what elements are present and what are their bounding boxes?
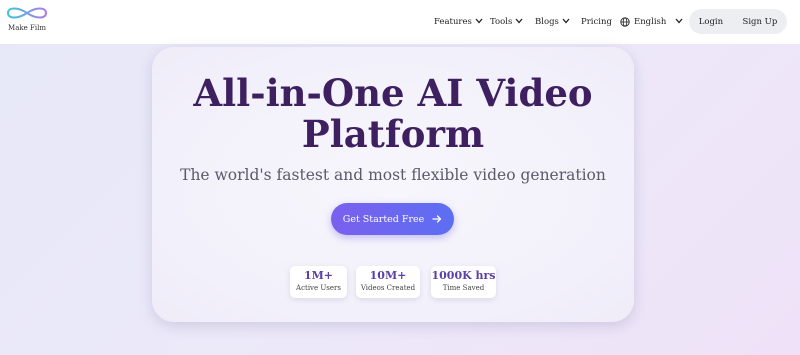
stat-label: Time Saved [442,284,485,292]
hero-title-line2: Platform [301,112,485,156]
stat-card-videos-created: 10M+ Videos Created [356,266,420,298]
login-button[interactable]: Login [699,17,723,27]
chevron-down-icon [562,18,572,26]
language-selector[interactable]: English [620,0,685,44]
hero-card: All-in-One AI Video Platform The world's… [152,47,634,322]
infinity-logo-icon [6,7,48,19]
chevron-down-icon [675,18,685,26]
nav-blogs[interactable]: Blogs [535,0,572,44]
hero-title-line1: All-in-One AI Video [193,71,593,115]
arrow-right-icon [432,214,442,224]
nav-features[interactable]: Features [434,0,485,44]
chevron-down-icon [515,18,525,26]
brand-logo[interactable]: Make Film [4,4,50,38]
language-label: English [634,17,667,27]
stat-card-time-saved: 1000K hrs Time Saved [431,266,496,298]
get-started-button[interactable]: Get Started Free [331,203,454,235]
chevron-down-icon [475,18,485,26]
top-nav-bar: Make Film Features Tools Blogs Pricing E… [0,0,800,44]
stat-label: Videos Created [360,284,416,292]
nav-pricing-label: Pricing [581,17,612,27]
logo-text: Make Film [8,24,46,32]
auth-buttons: Login Sign Up [689,9,787,34]
stat-value: 10M+ [369,269,407,282]
nav-pricing[interactable]: Pricing [581,0,612,44]
stat-card-active-users: 1M+ Active Users [290,266,347,298]
stat-value: 1M+ [303,269,334,282]
stat-label: Active Users [296,284,341,292]
nav-features-label: Features [434,17,472,27]
stat-value: 1000K hrs [431,269,496,282]
get-started-label: Get Started Free [342,213,425,225]
hero-subtitle: The world's fastest and most flexible vi… [180,166,606,184]
nav-tools[interactable]: Tools [490,0,525,44]
signup-button[interactable]: Sign Up [743,17,778,27]
nav-tools-label: Tools [490,17,513,27]
nav-blogs-label: Blogs [535,17,559,27]
globe-icon [620,17,630,27]
